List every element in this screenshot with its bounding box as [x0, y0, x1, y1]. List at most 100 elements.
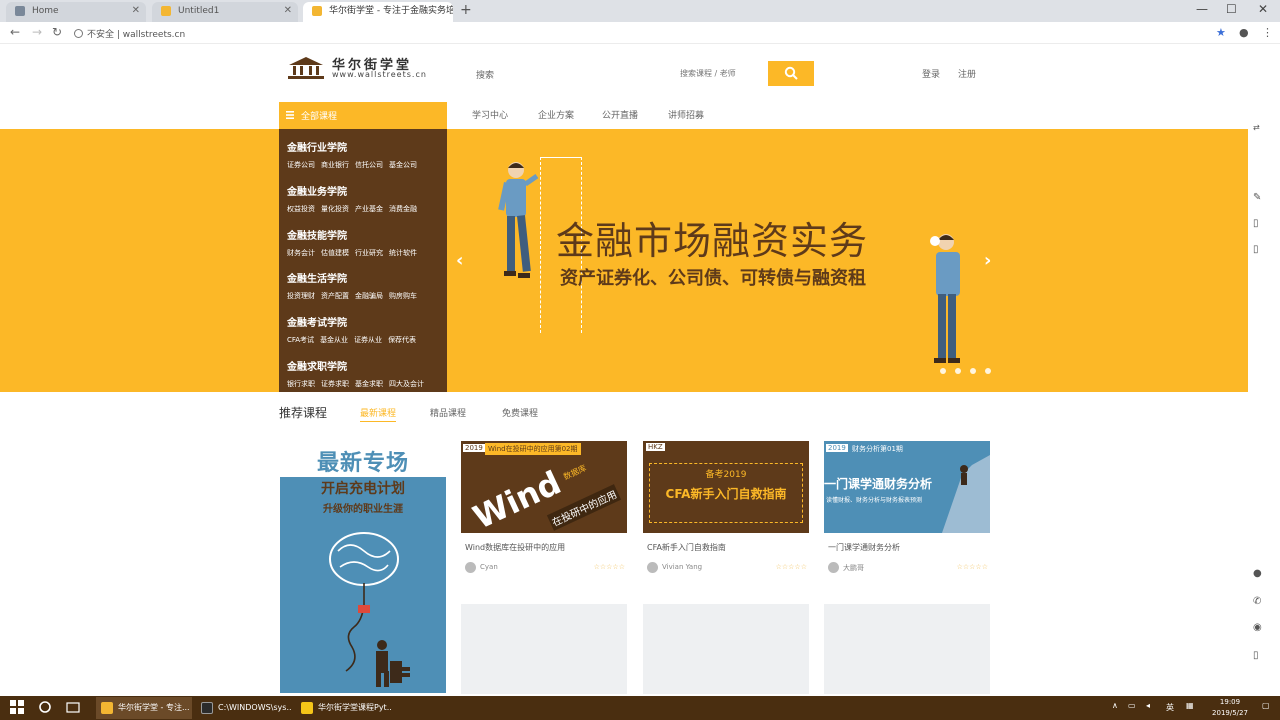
category-title[interactable]: 金融求职学院 — [287, 358, 443, 373]
category-link[interactable]: 行业研究 — [355, 249, 383, 257]
close-icon[interactable]: ✕ — [132, 2, 140, 20]
category-title[interactable]: 金融生活学院 — [287, 270, 443, 285]
category-item[interactable]: 金融求职学院 银行求职 证券求职 基金求职 四大及会计 — [287, 358, 443, 389]
site-logo[interactable]: 华尔街学堂 www.wallstreets.cn — [286, 54, 432, 84]
menu-dots-icon[interactable]: ⋮ — [1262, 26, 1273, 39]
category-link[interactable]: 购房购车 — [389, 292, 417, 300]
chat-icon[interactable]: ◉ — [1253, 622, 1262, 633]
windows-start-icon[interactable] — [10, 700, 24, 714]
profile-icon[interactable]: ● — [1239, 26, 1249, 39]
ime-icon[interactable]: ▦ — [1186, 701, 1194, 710]
category-title[interactable]: 金融业务学院 — [287, 183, 443, 198]
mobile-icon[interactable]: ▯ — [1253, 650, 1259, 661]
reload-icon[interactable]: ↻ — [52, 25, 62, 39]
network-icon[interactable]: ▭ — [1128, 701, 1136, 710]
phone-icon[interactable]: ✆ — [1253, 596, 1261, 607]
category-link[interactable]: 产业基金 — [355, 205, 383, 213]
back-arrow-icon[interactable]: ← — [10, 25, 20, 39]
course-card[interactable]: 2019 Wind在投研中的应用第02期 Wind 数据库 在投研中的应用 Wi… — [461, 441, 627, 575]
login-link[interactable]: 登录 — [922, 67, 940, 80]
browser-tab-untitled[interactable]: Untitled1 ✕ — [152, 2, 298, 22]
search-button[interactable] — [768, 61, 814, 86]
tab-latest[interactable]: 最新课程 — [360, 406, 397, 422]
course-thumbnail[interactable]: 2019 财务分析第01期 一门课学通财务分析 读懂财报、财务分析与财务报表预测 — [824, 441, 990, 533]
system-clock[interactable]: 19:09 2019/5/27 — [1210, 697, 1250, 719]
notification-icon[interactable]: ▢ — [1262, 701, 1270, 710]
category-title[interactable]: 金融行业学院 — [287, 139, 443, 154]
forward-arrow-icon[interactable]: → — [32, 25, 42, 39]
browser-tab-home[interactable]: Home ✕ — [6, 2, 146, 22]
category-link[interactable]: 财务会计 — [287, 249, 315, 257]
category-link[interactable]: 资产配置 — [321, 292, 349, 300]
tab-free[interactable]: 免费课程 — [502, 406, 538, 419]
edit-icon[interactable]: ✎ — [1253, 192, 1261, 203]
search-label[interactable]: 搜索 — [476, 68, 494, 81]
category-title[interactable]: 金融技能学院 — [287, 227, 443, 242]
category-item[interactable]: 金融业务学院 权益投资 量化投资 产业基金 消费金融 — [287, 183, 443, 214]
category-link[interactable]: 信托公司 — [355, 161, 383, 169]
category-link[interactable]: 基金求职 — [355, 380, 383, 388]
category-link[interactable]: 消费金融 — [389, 205, 417, 213]
user-icon[interactable]: ● — [1253, 568, 1262, 579]
minimize-button[interactable]: — — [1196, 2, 1208, 16]
category-link[interactable]: 统计软件 — [389, 249, 417, 257]
taskbar-app-cmd[interactable]: C:\WINDOWS\sys... — [196, 697, 292, 719]
close-icon[interactable]: ✕ — [284, 2, 292, 20]
category-link[interactable]: 估值建模 — [321, 249, 349, 257]
slide-dot[interactable] — [940, 368, 946, 374]
maximize-button[interactable]: ☐ — [1226, 2, 1237, 16]
mobile-icon[interactable]: ▯ — [1253, 218, 1259, 229]
category-link[interactable]: 基金从业 — [320, 336, 348, 344]
category-item[interactable]: 金融考试学院 CFA考试 基金从业 证券从业 保荐代表 — [287, 314, 443, 345]
task-view-icon[interactable] — [66, 700, 80, 714]
nav-link-enterprise[interactable]: 企业方案 — [538, 108, 574, 121]
course-card[interactable]: HKZ 备考2019 CFA新手入门自救指南 CFA新手入门自救指南 Vivia… — [643, 441, 809, 575]
promo-banner[interactable]: 最新专场 开启充电计划 升级你的职业生涯 — [280, 441, 446, 693]
input-method-indicator[interactable]: 英 — [1166, 702, 1174, 713]
course-thumbnail[interactable]: 2019 Wind在投研中的应用第02期 Wind 数据库 在投研中的应用 — [461, 441, 627, 533]
category-link[interactable]: 商业银行 — [321, 161, 349, 169]
category-item[interactable]: 金融技能学院 财务会计 估值建模 行业研究 统计软件 — [287, 227, 443, 258]
banner-next-arrow-icon[interactable]: › — [984, 250, 991, 271]
category-link[interactable]: 金融骗局 — [355, 292, 383, 300]
category-link[interactable]: 证券求职 — [321, 380, 349, 388]
category-link[interactable]: 银行求职 — [287, 380, 315, 388]
nav-link-live[interactable]: 公开直播 — [602, 108, 638, 121]
all-courses-button[interactable]: 全部课程 — [279, 102, 447, 129]
mobile-icon[interactable]: ▯ — [1253, 244, 1259, 255]
category-link[interactable]: 量化投资 — [321, 205, 349, 213]
info-icon[interactable] — [74, 29, 83, 38]
category-item[interactable]: 金融生活学院 投资理财 资产配置 金融骗局 购房购车 — [287, 270, 443, 301]
browser-tab-wallstreets[interactable]: 华尔街学堂 - 专注于金融实务培训 — [303, 2, 453, 22]
slide-dot[interactable] — [970, 368, 976, 374]
slide-dot[interactable] — [955, 368, 961, 374]
course-title[interactable]: 一门课学通财务分析 — [828, 542, 900, 553]
category-link[interactable]: 四大及会计 — [389, 380, 424, 388]
nav-link-learning-center[interactable]: 学习中心 — [472, 108, 508, 121]
category-link[interactable]: 保荐代表 — [388, 336, 416, 344]
course-title[interactable]: CFA新手入门自救指南 — [647, 542, 726, 553]
course-thumbnail[interactable]: HKZ 备考2019 CFA新手入门自救指南 — [643, 441, 809, 533]
new-tab-button[interactable]: + — [460, 2, 472, 18]
category-link[interactable]: 证券公司 — [287, 161, 315, 169]
course-card[interactable]: 2019 财务分析第01期 一门课学通财务分析 读懂财报、财务分析与财务报表预测… — [824, 441, 990, 575]
course-title[interactable]: Wind数据库在投研中的应用 — [465, 542, 565, 553]
tab-premium[interactable]: 精品课程 — [430, 406, 466, 419]
search-input[interactable] — [680, 66, 766, 80]
banner-prev-arrow-icon[interactable]: ‹ — [456, 250, 463, 271]
bookmark-star-icon[interactable]: ★ — [1216, 26, 1226, 39]
nav-link-recruit[interactable]: 讲师招募 — [668, 108, 704, 121]
taskbar-app-chrome[interactable]: 华尔街学堂 - 专注... — [96, 697, 192, 719]
category-item[interactable]: 金融行业学院 证券公司 商业银行 信托公司 基金公司 — [287, 139, 443, 170]
category-link[interactable]: 权益投资 — [287, 205, 315, 213]
volume-icon[interactable]: ◂ — [1146, 701, 1150, 710]
category-link[interactable]: 投资理财 — [287, 292, 315, 300]
window-close-button[interactable]: ✕ — [1258, 2, 1268, 16]
category-link[interactable]: 基金公司 — [389, 161, 417, 169]
category-link[interactable]: 证券从业 — [354, 336, 382, 344]
taskbar-app-pycharm[interactable]: 华尔街学堂课程Pyt... — [296, 697, 392, 719]
register-link[interactable]: 注册 — [958, 67, 976, 80]
tray-chevron-icon[interactable]: ∧ — [1112, 701, 1118, 710]
slide-dot[interactable] — [985, 368, 991, 374]
category-link[interactable]: CFA考试 — [287, 336, 314, 344]
